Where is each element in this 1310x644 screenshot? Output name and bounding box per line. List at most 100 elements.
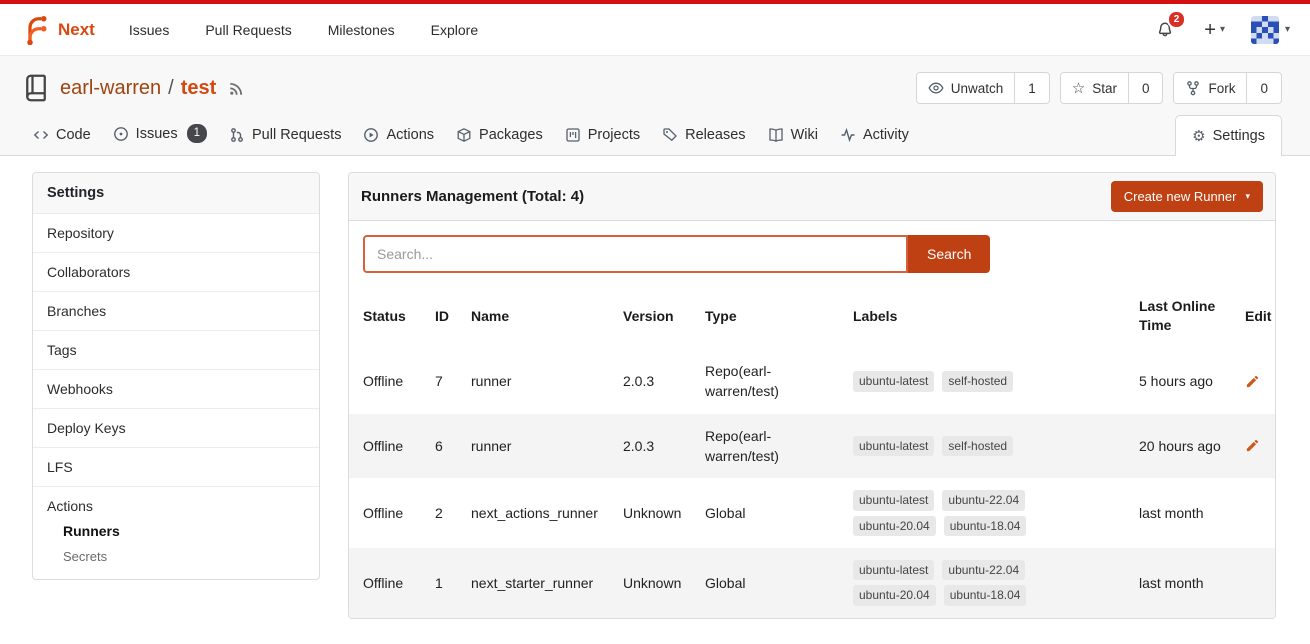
page-content: Settings RepositoryCollaboratorsBranches… xyxy=(0,156,1310,639)
nav-item-explore[interactable]: Explore xyxy=(431,22,478,38)
runner-label-badge: ubuntu-latest xyxy=(853,560,934,580)
tab-releases[interactable]: Releases xyxy=(651,115,756,155)
tab-label: Issues xyxy=(136,126,178,142)
sidebar-item-deploy-keys[interactable]: Deploy Keys xyxy=(33,408,319,447)
runner-label-badge: ubuntu-22.04 xyxy=(942,490,1025,510)
runner-id: 7 xyxy=(427,349,463,414)
nav-item-issues[interactable]: Issues xyxy=(129,22,169,38)
search-button[interactable]: Search xyxy=(908,235,990,273)
create-runner-button[interactable]: Create new Runner ▾ xyxy=(1111,181,1263,212)
runner-name: runner xyxy=(463,414,615,479)
settings-sidebar: Settings RepositoryCollaboratorsBranches… xyxy=(32,172,320,580)
rss-icon[interactable] xyxy=(228,79,246,97)
runner-label-badge: ubuntu-20.04 xyxy=(853,516,936,536)
tab-activity[interactable]: Activity xyxy=(829,115,920,155)
runner-last-online: last month xyxy=(1131,478,1237,548)
runner-labels: ubuntu-latestubuntu-22.04ubuntu-20.04ubu… xyxy=(845,478,1131,548)
tab-label: Settings xyxy=(1213,128,1265,144)
play-circle-icon xyxy=(363,127,379,143)
runner-status: Offline xyxy=(349,349,427,414)
runner-name: next_starter_runner xyxy=(463,548,615,618)
runner-row: Offline7runner2.0.3Repo(earl-warren/test… xyxy=(349,349,1276,414)
issue-icon xyxy=(113,126,129,142)
notifications-button[interactable]: 2 xyxy=(1152,17,1178,43)
code-icon xyxy=(33,127,49,143)
repo-name-link[interactable]: test xyxy=(181,77,217,100)
edit-icon[interactable] xyxy=(1245,374,1260,389)
runner-name: next_actions_runner xyxy=(463,478,615,548)
sidebar-item-collaborators[interactable]: Collaborators xyxy=(33,252,319,291)
tab-label: Activity xyxy=(863,127,909,143)
runner-row: Offline2next_actions_runnerUnknownGlobal… xyxy=(349,478,1276,548)
sidebar-actions-label[interactable]: Actions xyxy=(33,487,319,518)
runner-edit-cell[interactable] xyxy=(1237,414,1276,479)
star-count[interactable]: 0 xyxy=(1128,73,1163,103)
unwatch-button[interactable]: Unwatch xyxy=(917,73,1015,103)
sidebar-item-actions[interactable]: Actions Runners Secrets xyxy=(33,486,319,579)
watch-count[interactable]: 1 xyxy=(1014,73,1049,103)
fork-icon xyxy=(1185,80,1201,96)
sidebar-item-tags[interactable]: Tags xyxy=(33,330,319,369)
sidebar-item-repository[interactable]: Repository xyxy=(33,213,319,252)
runner-label-badge: ubuntu-18.04 xyxy=(944,516,1027,536)
user-menu[interactable]: ▾ xyxy=(1251,16,1290,44)
sidebar-item-webhooks[interactable]: Webhooks xyxy=(33,369,319,408)
tab-settings[interactable]: ⚙ Settings xyxy=(1175,115,1282,156)
tab-label: Code xyxy=(56,127,91,143)
column-header-name: Name xyxy=(463,283,615,349)
runner-labels: ubuntu-latestself-hosted xyxy=(845,414,1131,479)
fork-count[interactable]: 0 xyxy=(1246,73,1281,103)
column-header-id: ID xyxy=(427,283,463,349)
fork-label: Fork xyxy=(1208,81,1235,96)
create-new-button[interactable]: + ▾ xyxy=(1204,20,1225,40)
runner-id: 2 xyxy=(427,478,463,548)
tab-wiki[interactable]: Wiki xyxy=(757,115,829,155)
column-header-status: Status xyxy=(349,283,427,349)
runner-id: 6 xyxy=(427,414,463,479)
star-icon: ☆ xyxy=(1072,81,1085,96)
navbar-right: 2 + ▾ ▾ xyxy=(1152,16,1290,44)
panel-title: Runners Management (Total: 4) xyxy=(361,188,584,205)
star-button[interactable]: ☆ Star xyxy=(1061,73,1128,103)
tab-code[interactable]: Code xyxy=(22,115,102,155)
runner-type: Repo(earl-warren/test) xyxy=(697,349,845,414)
tab-issues[interactable]: Issues 1 xyxy=(102,112,218,155)
sidebar-items: RepositoryCollaboratorsBranchesTagsWebho… xyxy=(33,213,319,486)
table-header-row: StatusIDNameVersionTypeLabelsLast Online… xyxy=(349,283,1276,349)
sidebar-item-branches[interactable]: Branches xyxy=(33,291,319,330)
nav-item-milestones[interactable]: Milestones xyxy=(328,22,395,38)
repo-owner-link[interactable]: earl-warren xyxy=(60,77,161,100)
runner-type: Repo(earl-warren/test) xyxy=(697,414,845,479)
book-icon xyxy=(768,127,784,143)
fork-button-group: Fork 0 xyxy=(1173,72,1282,104)
sidebar-item-runners[interactable]: Runners xyxy=(33,518,319,544)
sidebar-item-lfs[interactable]: LFS xyxy=(33,447,319,486)
tab-actions[interactable]: Actions xyxy=(352,115,445,155)
notification-count-badge: 2 xyxy=(1167,10,1187,29)
tab-pull-requests[interactable]: Pull Requests xyxy=(218,115,352,155)
tab-label: Packages xyxy=(479,127,543,143)
runner-last-online: 20 hours ago xyxy=(1131,414,1237,479)
star-label: Star xyxy=(1092,81,1117,96)
tab-projects[interactable]: Projects xyxy=(554,115,651,155)
edit-icon[interactable] xyxy=(1245,438,1260,453)
runner-row: Offline1next_starter_runnerUnknownGlobal… xyxy=(349,548,1276,618)
runner-label-badge: self-hosted xyxy=(942,371,1013,391)
sidebar-item-secrets[interactable]: Secrets xyxy=(33,544,319,569)
tab-packages[interactable]: Packages xyxy=(445,115,554,155)
runner-type: Global xyxy=(697,478,845,548)
create-runner-label: Create new Runner xyxy=(1124,189,1237,204)
runner-label-badge: ubuntu-latest xyxy=(853,371,934,391)
watch-button-group: Unwatch 1 xyxy=(916,72,1050,104)
runner-edit-cell[interactable] xyxy=(1237,349,1276,414)
search-input[interactable] xyxy=(363,235,908,273)
runner-status: Offline xyxy=(349,478,427,548)
home-link[interactable]: Next xyxy=(20,15,95,45)
repo-action-buttons: Unwatch 1 ☆ Star 0 xyxy=(916,72,1282,104)
nav-item-pull-requests[interactable]: Pull Requests xyxy=(205,22,291,38)
runner-labels: ubuntu-latest self-hosted xyxy=(845,349,1131,414)
search-bar: Search xyxy=(349,221,1275,283)
fork-button[interactable]: Fork xyxy=(1174,73,1246,103)
runner-version: Unknown xyxy=(615,548,697,618)
runner-name: runner xyxy=(463,349,615,414)
